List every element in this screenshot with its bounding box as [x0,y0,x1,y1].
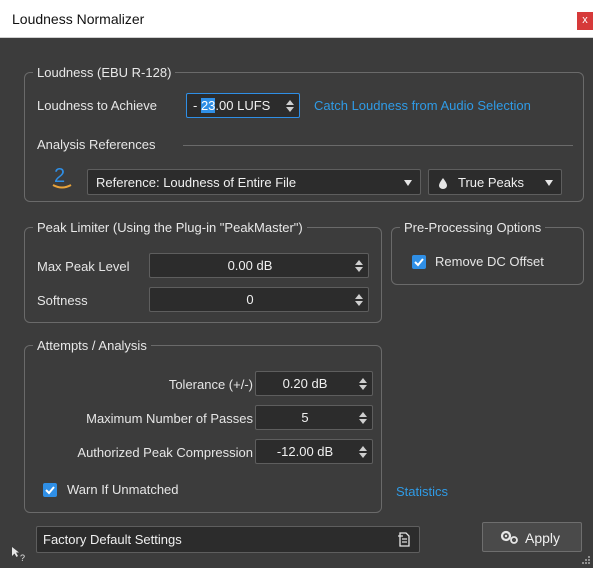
svg-text:2: 2 [54,165,65,187]
resize-grip-icon[interactable] [581,553,591,568]
max-passes-spin-icon[interactable] [359,411,367,425]
reference-badge-icon: 2 [51,163,73,189]
loudness-spin-icon[interactable] [286,99,294,113]
max-peak-value: 0.00 dB [227,258,273,273]
loudness-to-achieve-label: Loudness to Achieve [37,98,157,113]
checkmark-icon [414,258,424,267]
title-bar: Loudness Normalizer x [0,0,593,38]
softness-field[interactable]: 0 [149,287,369,312]
tolerance-label: Tolerance (+/-) [168,377,253,392]
tolerance-spin-icon[interactable] [359,377,367,391]
catch-loudness-link[interactable]: Catch Loudness from Audio Selection [314,98,531,113]
close-icon: x [582,14,588,26]
preset-label: Factory Default Settings [43,532,182,547]
chevron-down-icon [545,180,553,186]
true-peaks-label: True Peaks [458,175,524,190]
reference-selected-value: Reference: Loudness of Entire File [96,175,297,190]
peak-compression-spin-icon[interactable] [359,445,367,459]
loudness-target-field[interactable]: - 23.00 LUFS [186,93,300,118]
close-button[interactable]: x [577,12,593,30]
remove-dc-checkbox[interactable] [412,255,426,269]
softness-spin-icon[interactable] [355,293,363,307]
checkmark-icon [45,486,55,495]
gears-icon [500,530,520,547]
max-passes-label: Maximum Number of Passes [86,411,253,426]
max-peak-label: Max Peak Level [37,259,130,274]
preprocessing-legend: Pre-Processing Options [400,219,546,236]
attempts-group: Attempts / Analysis Tolerance (+/-) 0.20… [24,337,382,513]
max-passes-field[interactable]: 5 [255,405,373,430]
loudness-group: Loudness (EBU R-128) Loudness to Achieve… [24,64,584,202]
loudness-legend: Loudness (EBU R-128) [33,64,176,81]
softness-label: Softness [37,293,88,308]
peak-compression-field[interactable]: -12.00 dB [255,439,373,464]
droplet-icon [439,177,447,192]
svg-text:?: ? [20,553,25,562]
tolerance-value: 0.20 dB [282,376,328,391]
preset-menu-icon[interactable] [397,531,411,551]
warn-unmatched-checkbox[interactable] [43,483,57,497]
peak-compression-value: -12.00 dB [276,444,334,459]
attempts-legend: Attempts / Analysis [33,337,151,354]
loudness-selected-digits: 23 [200,98,216,113]
tolerance-field[interactable]: 0.20 dB [255,371,373,396]
analysis-references-label: Analysis References [37,137,156,152]
remove-dc-label[interactable]: Remove DC Offset [435,254,544,269]
warn-unmatched-label[interactable]: Warn If Unmatched [67,482,179,497]
max-peak-spin-icon[interactable] [355,259,363,273]
peak-compression-label: Authorized Peak Compression [77,445,253,460]
loudness-prefix: - [193,98,201,113]
analysis-divider [183,145,573,146]
reference-dropdown[interactable]: Reference: Loudness of Entire File [87,169,421,195]
true-peaks-dropdown[interactable]: True Peaks [428,169,562,195]
chevron-down-icon [404,180,412,186]
apply-label: Apply [525,530,561,546]
preset-dropdown[interactable]: Factory Default Settings [36,526,420,553]
peak-limiter-group: Peak Limiter (Using the Plug-in "PeakMas… [24,219,382,323]
max-passes-value: 5 [301,410,309,425]
statistics-link[interactable]: Statistics [396,484,448,499]
peak-limiter-legend: Peak Limiter (Using the Plug-in "PeakMas… [33,219,307,236]
loudness-suffix: .00 LUFS [215,98,271,113]
window-title: Loudness Normalizer [12,11,145,27]
max-peak-field[interactable]: 0.00 dB [149,253,369,278]
help-cursor-icon[interactable]: ? [11,546,27,565]
softness-value: 0 [246,292,254,307]
apply-button[interactable]: Apply [482,522,582,552]
preprocessing-group: Pre-Processing Options Remove DC Offset [391,219,584,285]
